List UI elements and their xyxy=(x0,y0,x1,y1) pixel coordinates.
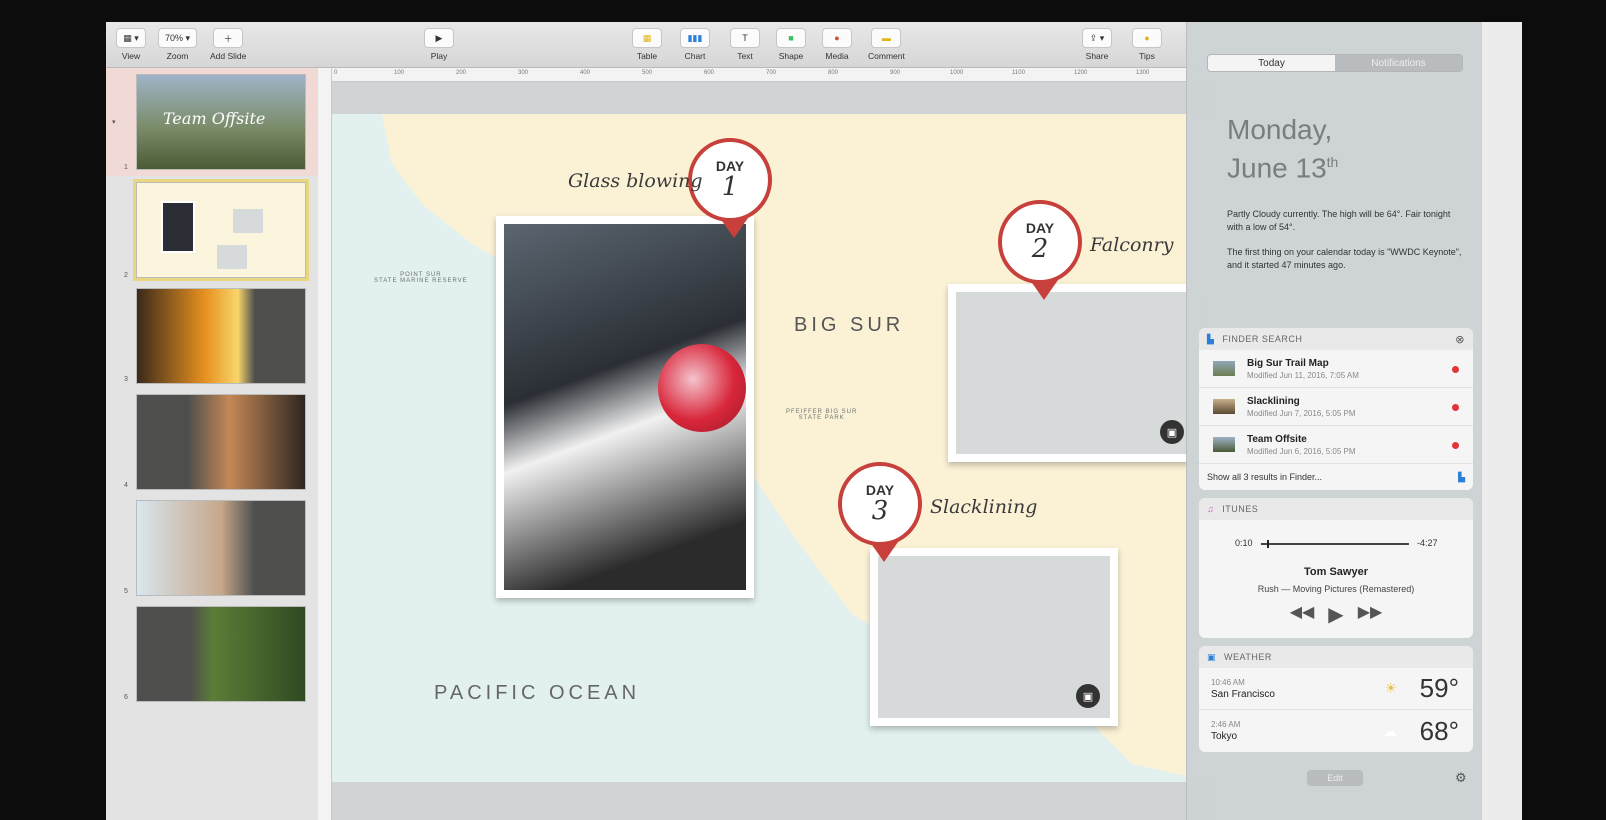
disclosure-triangle-icon[interactable]: ▾ xyxy=(112,118,116,126)
slide-1-title: Team Offsite xyxy=(163,109,266,128)
finder-result[interactable]: Big Sur Trail Map Modified Jun 11, 2016,… xyxy=(1199,350,1473,388)
day3-pin: DAY 3 xyxy=(838,462,922,562)
shape-button[interactable]: ■ Shape xyxy=(776,28,806,61)
cloud-icon: ☁ xyxy=(1383,722,1397,739)
file-thumbnail xyxy=(1213,437,1235,452)
big-sur-label: BIG SUR xyxy=(794,314,905,336)
finder-result[interactable]: Team Offsite Modified Jun 6, 2016, 5:05 … xyxy=(1199,426,1473,464)
media-placeholder-icon[interactable]: ▣ xyxy=(1076,684,1100,708)
red-tag-icon xyxy=(1452,442,1459,449)
media-button[interactable]: ● Media xyxy=(822,28,852,61)
slide-thumbnail-3[interactable] xyxy=(136,288,306,384)
comment-icon: ▬ xyxy=(871,28,902,48)
horizontal-ruler: 0 100 200 300 400 500 600 700 800 900 10… xyxy=(332,68,1214,82)
scrubber-handle[interactable] xyxy=(1266,540,1269,548)
red-tag-icon xyxy=(1452,404,1459,411)
slide-thumbnail-2[interactable] xyxy=(133,179,309,281)
add-slide-button[interactable]: ＋ Add Slide xyxy=(210,28,246,61)
day2-media-placeholder[interactable]: ▣ xyxy=(948,284,1202,462)
day3-media-placeholder[interactable]: ▣ xyxy=(870,548,1118,726)
play-icon: ▶ xyxy=(424,28,454,48)
finder-icon: ▙ xyxy=(1458,471,1465,482)
weather-app-icon: ▣ xyxy=(1207,651,1217,662)
play-button[interactable]: ▶ Play xyxy=(424,28,454,61)
share-button[interactable]: ⇪ ▾ Share xyxy=(1082,28,1112,61)
show-all-results-link[interactable]: Show all 3 results in Finder... ▙ xyxy=(1199,464,1473,490)
day1-activity: Glass blowing xyxy=(568,170,703,192)
zoom-button[interactable]: 70% ▾ Zoom xyxy=(158,28,198,61)
file-thumbnail xyxy=(1213,399,1235,414)
nc-segmented-control: Today Notifications xyxy=(1207,54,1463,72)
slide-thumbnail-5[interactable] xyxy=(136,500,306,596)
chart-icon: ▮▮▮ xyxy=(680,28,710,48)
media-icon: ● xyxy=(822,28,852,48)
table-button[interactable]: ▦ Table xyxy=(632,28,662,61)
tab-today[interactable]: Today xyxy=(1208,55,1335,71)
chart-button[interactable]: ▮▮▮ Chart xyxy=(680,28,710,61)
day2-pin: DAY 2 xyxy=(998,200,1082,300)
fast-forward-icon[interactable]: ▶▶ xyxy=(1358,602,1383,627)
day2-activity: Falconry xyxy=(1090,234,1174,256)
point-sur-label: POINT SUR STATE MARINE RESERVE xyxy=(374,272,468,284)
zoom-value: 70% xyxy=(165,33,184,43)
settings-icon[interactable]: ⚙ xyxy=(1455,770,1467,786)
view-icon: ▦ ▾ xyxy=(116,28,146,48)
slide-navigator: ▾ Team Offsite 1 2 3 4 5 6 xyxy=(106,68,318,820)
itunes-widget: ♫ ITUNES 0:10 -4:27 Tom Sawyer Rush — Mo… xyxy=(1199,498,1473,638)
glass-sphere xyxy=(658,344,746,432)
remove-widget-icon[interactable]: ⊗ xyxy=(1455,333,1465,346)
text-icon: T xyxy=(730,28,760,48)
file-thumbnail xyxy=(1213,361,1235,376)
edit-button[interactable]: Edit xyxy=(1307,770,1363,786)
plus-icon: ＋ xyxy=(213,28,244,48)
vertical-ruler xyxy=(318,68,332,820)
toolbar: ▦ ▾ View 70% ▾ Zoom ＋ Add Slide ▶ Play ▦… xyxy=(106,22,1214,68)
shape-icon: ■ xyxy=(776,28,806,48)
finder-icon: ▙ xyxy=(1207,333,1215,344)
track-title: Tom Sawyer xyxy=(1304,566,1368,578)
text-button[interactable]: T Text xyxy=(730,28,760,61)
slide-thumbnail-4[interactable] xyxy=(136,394,306,490)
share-icon: ⇪ ▾ xyxy=(1082,28,1112,48)
pacific-ocean-label: PACIFIC OCEAN xyxy=(434,682,641,704)
today-date: Monday, June 13th xyxy=(1227,114,1339,184)
day1-photo[interactable] xyxy=(496,216,754,598)
weather-widget: ▣ WEATHER 10:46 AM San Francisco ☀ 59° 2… xyxy=(1199,646,1473,752)
track-artist-album: Rush — Moving Pictures (Remastered) xyxy=(1257,584,1415,594)
view-button[interactable]: ▦ ▾ View xyxy=(116,28,146,61)
weather-row[interactable]: 2:46 AM Tokyo ☁ 68° xyxy=(1199,710,1473,752)
slide-thumbnail-1[interactable]: Team Offsite xyxy=(136,74,306,170)
today-summary: Partly Cloudy currently. The high will b… xyxy=(1227,209,1462,270)
finder-search-widget: ▙ FINDER SEARCH ⊗ Big Sur Trail Map Modi… xyxy=(1199,328,1473,490)
remaining-time: -4:27 xyxy=(1417,538,1438,548)
media-placeholder-icon[interactable]: ▣ xyxy=(1160,420,1184,444)
weather-row[interactable]: 10:46 AM San Francisco ☀ 59° xyxy=(1199,668,1473,710)
lightbulb-icon: ● xyxy=(1132,28,1162,48)
slide-canvas[interactable]: POINT SUR STATE MARINE RESERVE PFEIFFER … xyxy=(332,114,1214,782)
red-tag-icon xyxy=(1452,366,1459,373)
elapsed-time: 0:10 xyxy=(1235,538,1253,548)
partly-cloudy-icon: ☀ xyxy=(1384,680,1397,696)
slide-thumbnail-6[interactable] xyxy=(136,606,306,702)
play-icon[interactable]: ▶ xyxy=(1328,602,1343,627)
table-icon: ▦ xyxy=(632,28,662,48)
pfeiffer-label: PFEIFFER BIG SUR STATE PARK xyxy=(786,409,858,421)
playback-scrubber[interactable] xyxy=(1261,540,1409,548)
keynote-window: ▦ ▾ View 70% ▾ Zoom ＋ Add Slide ▶ Play ▦… xyxy=(106,22,1522,820)
notification-center: Today Notifications Monday, June 13th Pa… xyxy=(1186,22,1482,820)
day3-activity: Slacklining xyxy=(930,496,1038,518)
finder-result[interactable]: Slacklining Modified Jun 7, 2016, 5:05 P… xyxy=(1199,388,1473,426)
tips-button[interactable]: ● Tips xyxy=(1132,28,1162,61)
tab-notifications[interactable]: Notifications xyxy=(1335,55,1462,71)
itunes-icon: ♫ xyxy=(1207,504,1215,514)
rewind-icon[interactable]: ◀◀ xyxy=(1290,602,1315,627)
comment-button[interactable]: ▬ Comment xyxy=(868,28,905,61)
